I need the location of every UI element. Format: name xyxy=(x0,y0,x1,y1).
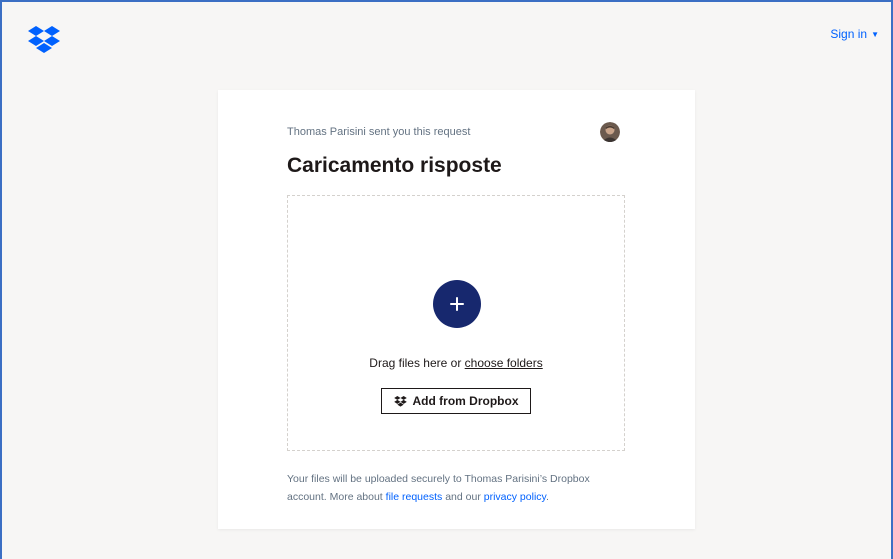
chevron-down-icon: ▼ xyxy=(871,29,879,39)
sign-in-menu[interactable]: Sign in ▼ xyxy=(830,27,879,41)
drag-files-label: Drag files here or xyxy=(369,356,462,370)
browser-frame: Sign in ▼ Thomas Parisini sent you this … xyxy=(0,0,893,559)
sender-text: Thomas Parisini sent you this request xyxy=(287,126,471,138)
choose-folders-link[interactable]: choose folders xyxy=(465,356,543,370)
upload-footer-text: Your files will be uploaded securely to … xyxy=(287,470,627,506)
page-title: Caricamento risposte xyxy=(287,154,502,177)
dropbox-icon xyxy=(393,395,407,407)
footer-text-3: . xyxy=(546,491,549,503)
avatar xyxy=(600,122,620,142)
sign-in-label[interactable]: Sign in xyxy=(830,27,867,41)
file-drop-zone[interactable]: Drag files here or choose folders Add fr… xyxy=(287,195,625,451)
file-request-card: Thomas Parisini sent you this request Ca… xyxy=(218,90,695,529)
footer-text-2: and our xyxy=(445,491,481,503)
file-requests-link[interactable]: file requests xyxy=(386,491,443,503)
add-from-dropbox-button[interactable]: Add from Dropbox xyxy=(381,388,531,414)
drag-files-text: Drag files here or choose folders xyxy=(288,356,624,370)
add-from-dropbox-label[interactable]: Add from Dropbox xyxy=(413,394,519,408)
dropbox-logo-icon[interactable] xyxy=(28,26,60,54)
add-files-button[interactable] xyxy=(433,280,481,328)
privacy-policy-link[interactable]: privacy policy xyxy=(484,491,546,503)
